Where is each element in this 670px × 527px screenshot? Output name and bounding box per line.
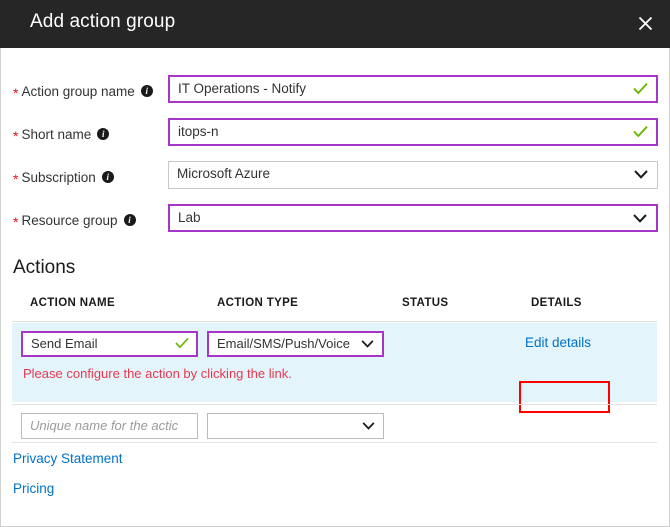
edit-details-link[interactable]: Edit details <box>525 335 591 350</box>
blade-content: *Action group namei IT Operations - Noti… <box>0 48 670 527</box>
new-action-type-select[interactable] <box>207 413 384 439</box>
action-group-name-input[interactable]: IT Operations - Notify <box>168 75 658 103</box>
field-row-subscription: *Subscription i Microsoft Azure <box>1 158 669 201</box>
label-text: Resource group <box>21 213 117 228</box>
required-marker: * <box>13 128 18 144</box>
action-name-value: Send Email <box>31 336 97 351</box>
info-icon[interactable]: i <box>102 171 114 183</box>
info-icon[interactable]: i <box>97 128 109 140</box>
label-text: Action group name <box>21 84 134 99</box>
field-row-short-name: *Short name i itops-n <box>1 115 669 158</box>
actions-heading: Actions <box>13 257 75 279</box>
label-text: Subscription <box>21 170 95 185</box>
new-action-row[interactable]: Unique name for the actic <box>12 406 657 447</box>
pricing-link[interactable]: Pricing <box>13 481 54 496</box>
grid-divider-middle <box>12 404 657 405</box>
action-error-message: Please configure the action by clicking … <box>23 366 292 381</box>
required-marker: * <box>13 85 18 101</box>
label-text: Short name <box>21 127 91 142</box>
info-icon[interactable]: i <box>124 214 136 226</box>
close-icon <box>638 16 653 31</box>
action-name-input[interactable]: Send Email <box>21 331 198 357</box>
label-short-name: *Short name i <box>13 126 109 142</box>
close-button[interactable] <box>628 6 662 40</box>
action-group-name-value: IT Operations - Notify <box>178 81 306 96</box>
check-icon <box>175 337 189 349</box>
chevron-down-icon <box>634 170 648 179</box>
subscription-value: Microsoft Azure <box>177 166 270 181</box>
new-action-name-input[interactable]: Unique name for the actic <box>21 413 198 439</box>
new-action-name-placeholder: Unique name for the actic <box>30 418 190 433</box>
short-name-value: itops-n <box>178 124 219 139</box>
label-subscription: *Subscription i <box>13 169 114 185</box>
check-icon <box>633 125 648 138</box>
field-row-resource-group: *Resource group i Lab <box>1 201 669 244</box>
chevron-down-icon <box>633 214 647 223</box>
grid-divider-bottom <box>12 442 657 443</box>
action-type-select[interactable]: Email/SMS/Push/Voice <box>207 331 384 357</box>
required-marker: * <box>13 214 18 230</box>
label-resource-group: *Resource group i <box>13 212 136 228</box>
short-name-input[interactable]: itops-n <box>168 118 658 146</box>
add-action-group-blade: Add action group *Action group namei IT … <box>0 0 670 527</box>
resource-group-value: Lab <box>178 210 201 225</box>
action-type-value: Email/SMS/Push/Voice <box>217 336 350 351</box>
grid-divider-top <box>12 321 657 322</box>
page-title: Add action group <box>30 11 175 33</box>
column-header-action-name: ACTION NAME <box>30 297 115 309</box>
column-header-action-type: ACTION TYPE <box>217 297 298 309</box>
resource-group-select[interactable]: Lab <box>168 204 658 232</box>
blade-titlebar: Add action group <box>0 0 670 48</box>
field-row-action-group-name: *Action group name i IT Operations - Noti… <box>1 72 669 115</box>
privacy-statement-link[interactable]: Privacy Statement <box>13 451 123 466</box>
table-row[interactable]: Send Email Email/SMS/Push/Voice Please c… <box>12 323 657 402</box>
info-icon[interactable]: i <box>141 85 153 97</box>
required-marker: * <box>13 171 18 187</box>
column-header-status: STATUS <box>402 297 448 309</box>
label-action-group-name: *Action group name i <box>13 83 153 99</box>
chevron-down-icon <box>361 340 374 348</box>
subscription-select[interactable]: Microsoft Azure <box>168 161 658 189</box>
column-header-details: DETAILS <box>531 297 582 309</box>
chevron-down-icon <box>362 422 375 430</box>
check-icon <box>633 82 648 95</box>
